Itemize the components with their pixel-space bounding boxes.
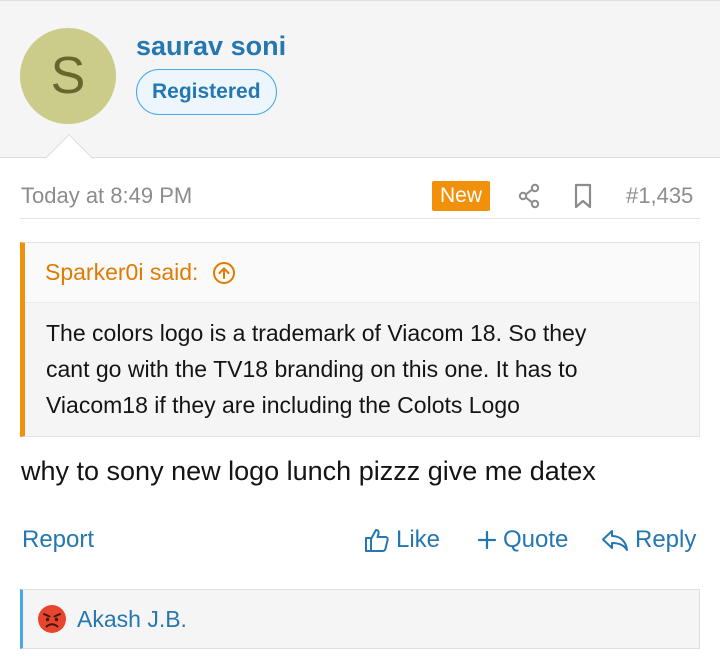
plus-icon xyxy=(477,530,497,550)
quote-block: Sparker0i said: The colors logo is a tra… xyxy=(20,242,700,437)
post-meta: Today at 8:49 PM New #1,435 xyxy=(0,176,720,216)
like-button[interactable]: Like xyxy=(364,526,440,554)
post-actions: Report Like Quote Reply xyxy=(0,524,720,560)
report-link[interactable]: Report xyxy=(22,526,94,554)
arrow-up-circle-icon[interactable] xyxy=(212,261,236,285)
quote-label: Quote xyxy=(503,526,569,553)
angry-face-icon xyxy=(38,605,66,633)
quote-header: Sparker0i said: xyxy=(25,243,699,303)
quote-text: The colors logo is a trademark of Viacom… xyxy=(25,303,699,423)
reactor-link[interactable]: Akash J.B. xyxy=(77,606,187,633)
user-header: S saurav soni Registered xyxy=(0,0,720,158)
username-link[interactable]: saurav soni xyxy=(136,31,286,62)
post-body: why to sony new logo lunch pizzz give me… xyxy=(21,456,596,486)
role-badge: Registered xyxy=(136,69,277,115)
new-badge: New xyxy=(432,181,491,211)
quote-button[interactable]: Quote xyxy=(477,526,568,554)
like-label: Like xyxy=(396,526,441,553)
post-timestamp[interactable]: Today at 8:49 PM xyxy=(21,183,192,209)
quote-line: cant go with the TV18 branding on this o… xyxy=(46,356,578,382)
quote-line: Viacom18 if they are including the Colot… xyxy=(46,392,520,418)
share-icon[interactable] xyxy=(517,183,541,209)
reply-icon xyxy=(602,530,628,551)
thumbs-up-icon xyxy=(365,529,389,552)
avatar[interactable]: S xyxy=(20,28,116,124)
meta-divider xyxy=(20,218,700,219)
reply-label: Reply xyxy=(635,526,697,553)
bookmark-icon[interactable] xyxy=(572,183,594,209)
post-number-link[interactable]: #1,435 xyxy=(626,183,693,209)
quote-author-link[interactable]: Sparker0i said: xyxy=(45,259,198,286)
reactions-bar[interactable]: Akash J.B. xyxy=(20,589,700,649)
reply-button[interactable]: Reply xyxy=(601,526,696,554)
quote-line: The colors logo is a trademark of Viacom… xyxy=(46,320,587,346)
